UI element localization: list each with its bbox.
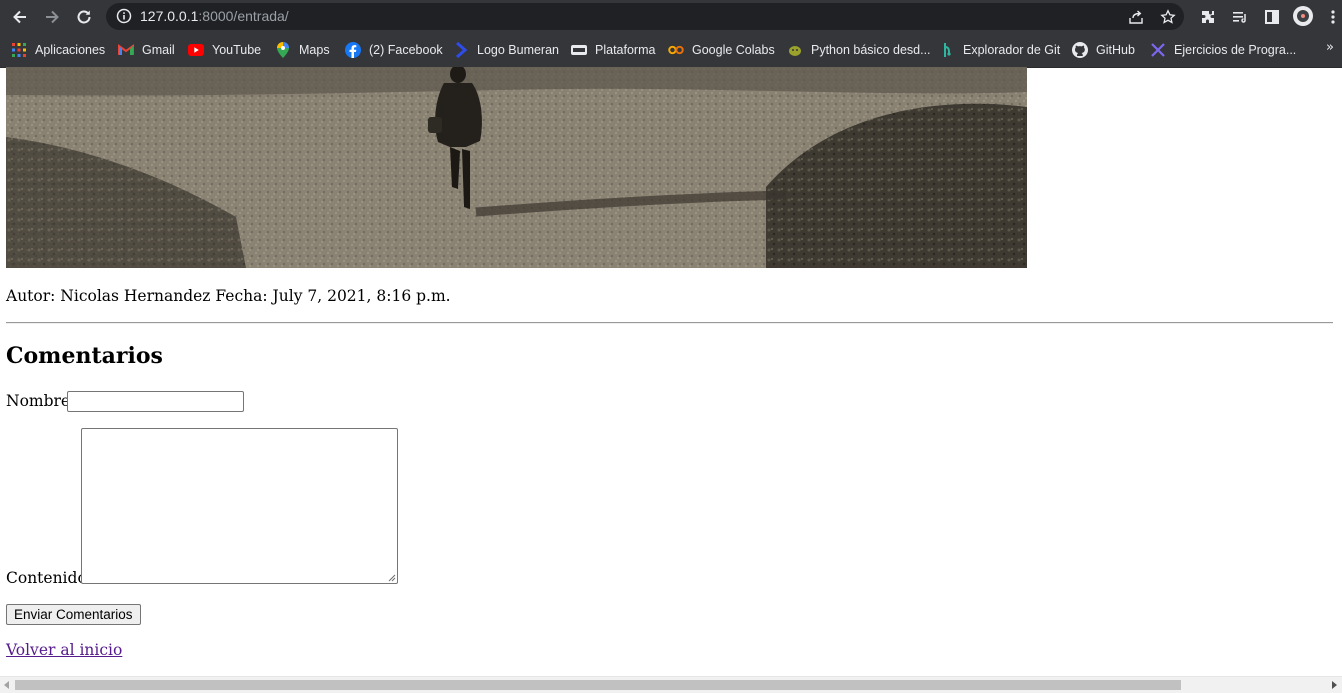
divider [6, 322, 1333, 324]
site-info-icon[interactable] [116, 8, 132, 28]
resize-grip-icon[interactable] [387, 573, 396, 582]
bookmark-plataforma[interactable]: Plataforma [571, 40, 655, 60]
gmail-icon [118, 42, 134, 58]
bookmark-label: Plataforma [595, 43, 656, 57]
bookmark-aplicaciones[interactable]: Aplicaciones [11, 40, 105, 60]
arrow-left-icon [13, 10, 26, 24]
bookmark-label: Aplicaciones [35, 43, 106, 57]
platform-icon [571, 42, 587, 58]
bookmark-label: Logo Bumeran [477, 43, 560, 57]
bookmark-label: Gmail [142, 43, 175, 57]
comments-heading: Comentarios [6, 343, 163, 369]
reading-list-icon[interactable] [1229, 6, 1251, 28]
github-icon [1072, 42, 1088, 58]
back-home-link[interactable]: Volver al inicio [6, 641, 122, 659]
more-bookmarks-button[interactable]: » [1326, 40, 1334, 55]
scroll-left-arrow-icon[interactable] [4, 681, 9, 689]
side-panel-icon[interactable] [1261, 6, 1283, 28]
address-bar[interactable]: 127.0.0.1:8000/entrada/ [106, 3, 1184, 30]
bookmark-logo-bumeran[interactable]: Logo Bumeran [453, 40, 559, 60]
bookmark-youtube[interactable]: YouTube [188, 40, 261, 60]
bookmark-google-colabs[interactable]: Google Colabs [668, 40, 775, 60]
content-textarea[interactable] [81, 428, 398, 584]
bookmark-label: Maps [299, 43, 330, 57]
post-meta: Autor: Nicolas Hernandez Fecha: July 7, … [6, 287, 451, 305]
bookmark-label: Google Colabs [692, 43, 775, 57]
arrow-right-icon [46, 10, 59, 24]
menu-dots-icon[interactable] [1326, 6, 1340, 28]
git-explorer-icon [939, 42, 955, 58]
share-icon[interactable] [1126, 7, 1146, 27]
bookmark-maps[interactable]: Maps [275, 40, 330, 60]
bookmark-label: Ejercicios de Progra... [1174, 43, 1297, 57]
bookmark-python-basico[interactable]: Python básico desd... [787, 40, 931, 60]
bookmark-gmail[interactable]: Gmail [118, 40, 175, 60]
exercises-icon [1150, 42, 1166, 58]
bumeran-icon [453, 42, 469, 58]
submit-comment-button[interactable]: Enviar Comentarios [6, 604, 141, 625]
facebook-icon [345, 42, 361, 58]
horizontal-scrollbar[interactable] [0, 676, 1342, 693]
reload-button[interactable] [71, 4, 97, 30]
youtube-icon [188, 42, 204, 58]
bookmark-ejercicios[interactable]: Ejercicios de Progra... [1150, 40, 1296, 60]
python-icon [787, 42, 803, 58]
bookmark-label: GitHub [1096, 43, 1135, 57]
content-label: Contenido: [6, 569, 92, 587]
bookmark-github[interactable]: GitHub [1072, 40, 1135, 60]
colab-icon [668, 42, 684, 58]
bookmark-label: Explorador de Git [963, 43, 1061, 57]
bookmark-label: Python básico desd... [811, 43, 931, 57]
name-input[interactable] [67, 391, 244, 412]
bookmark-label: (2) Facebook [369, 43, 443, 57]
post-image [6, 67, 1027, 268]
scroll-right-arrow-icon[interactable] [1332, 681, 1337, 689]
apps-grid-icon [11, 42, 27, 58]
bookmark-explorador-git[interactable]: Explorador de Git [939, 40, 1060, 60]
bookmarks-bar: Aplicaciones Gmail YouTube Maps (2) Face… [0, 33, 1342, 68]
name-label: Nombre: [6, 392, 76, 410]
url-text: 127.0.0.1:8000/entrada/ [140, 8, 289, 24]
maps-icon [275, 42, 291, 58]
bookmark-star-icon[interactable] [1158, 7, 1178, 27]
scrollbar-thumb[interactable] [15, 680, 1181, 690]
bookmark-label: YouTube [212, 43, 262, 57]
extensions-icon[interactable] [1197, 6, 1219, 28]
reload-icon [77, 10, 91, 24]
forward-button[interactable] [39, 4, 65, 30]
browser-toolbar: 127.0.0.1:8000/entrada/ [0, 0, 1342, 33]
profile-avatar[interactable] [1293, 6, 1313, 26]
back-button[interactable] [7, 4, 33, 30]
bookmark-facebook[interactable]: (2) Facebook [345, 40, 443, 60]
